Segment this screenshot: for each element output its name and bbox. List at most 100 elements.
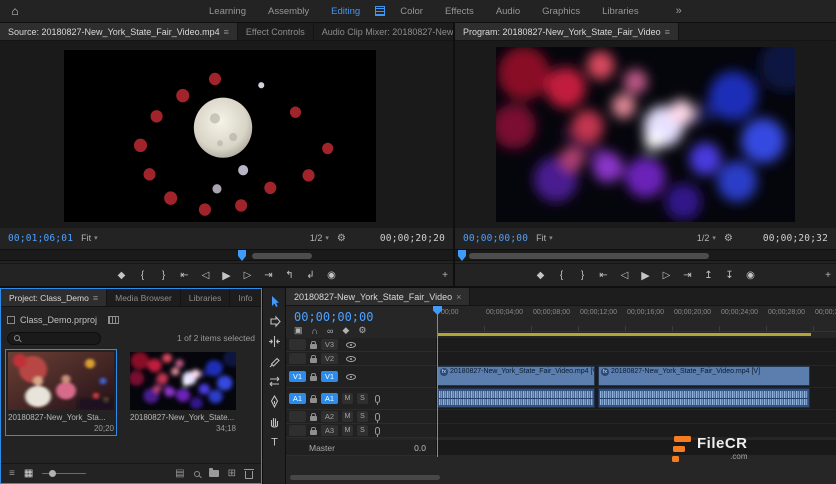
thumbnail-zoom-slider[interactable] [42, 473, 86, 474]
project-item-fair-clip[interactable]: 20180827-New_York_Sta... 20;20 [5, 349, 117, 436]
source-patch[interactable] [289, 411, 306, 422]
button-editor-plus[interactable]: + [442, 270, 448, 281]
track-output-eye-icon[interactable] [346, 356, 356, 362]
tab-libraries[interactable]: Libraries [181, 289, 231, 306]
search-input[interactable] [7, 332, 101, 345]
lock-icon[interactable] [310, 358, 317, 363]
voiceover-mic-icon[interactable] [375, 427, 380, 435]
workspace-libraries[interactable]: Libraries [591, 6, 649, 17]
play-button[interactable]: ▶ [640, 269, 652, 282]
track-output-eye-icon[interactable] [346, 342, 356, 348]
delete-button[interactable] [245, 471, 253, 479]
track-target-a3[interactable]: A3 [321, 425, 338, 436]
go-to-out-button[interactable]: ⇥ [682, 270, 694, 281]
go-to-in-button[interactable]: ⇤ [598, 270, 610, 281]
track-target-v3[interactable]: V3 [321, 339, 338, 350]
tab-source[interactable]: Source: 20180827-New_York_State_Fair_Vid… [0, 23, 238, 40]
source-patch[interactable] [289, 339, 306, 350]
voiceover-mic-icon[interactable] [375, 413, 380, 421]
track-target-a1[interactable]: A1 [321, 393, 338, 404]
step-back-button[interactable]: ◁ [619, 270, 631, 281]
settings-wrench-icon[interactable]: ⚙ [337, 233, 346, 244]
snap-magnet-icon[interactable]: ∩ [312, 326, 318, 336]
track-v2-lane[interactable] [437, 352, 836, 366]
lock-icon[interactable] [310, 430, 317, 435]
mute-button[interactable]: M [342, 411, 353, 422]
mark-out-button[interactable]: } [577, 270, 589, 281]
mark-in-button[interactable]: { [137, 270, 149, 281]
video-clip-2[interactable]: fx20180827-New_York_State_Fair_Video.mp4… [598, 366, 810, 386]
master-gain-value[interactable]: 0.0 [414, 443, 426, 453]
program-fit-dropdown[interactable]: Fit▾ [536, 233, 553, 243]
selection-tool[interactable] [267, 295, 281, 308]
source-scrubber[interactable] [0, 249, 453, 261]
solo-button[interactable]: S [357, 425, 368, 436]
program-playhead[interactable] [458, 250, 466, 261]
workspace-graphics[interactable]: Graphics [531, 6, 591, 17]
automate-to-sequence-button[interactable]: ▤ [175, 468, 184, 479]
track-v1-lane[interactable]: fx20180827-New_York_State_Fair_Video.mp4… [437, 366, 836, 388]
mute-button[interactable]: M [342, 425, 353, 436]
solo-button[interactable]: S [357, 411, 368, 422]
go-to-in-button[interactable]: ⇤ [179, 270, 191, 281]
add-marker-button[interactable]: ◆ [116, 270, 128, 281]
track-a2-lane[interactable] [437, 410, 836, 424]
go-to-out-button[interactable]: ⇥ [263, 270, 275, 281]
panel-menu-icon[interactable]: ≡ [665, 27, 670, 37]
icon-view-button[interactable]: ▦ [24, 468, 33, 479]
workspace-learning[interactable]: Learning [198, 6, 257, 17]
tab-effect-controls[interactable]: Effect Controls [238, 23, 314, 40]
source-patch[interactable] [289, 353, 306, 364]
program-position-timecode[interactable]: 00;00;00;00 [463, 233, 528, 244]
lock-icon[interactable] [310, 344, 317, 349]
add-marker-button[interactable]: ◆ [535, 270, 547, 281]
voiceover-mic-icon[interactable] [375, 395, 380, 403]
add-marker-icon[interactable]: ◆ [342, 325, 349, 336]
program-zoom-scrollbar[interactable] [469, 253, 709, 259]
mute-button[interactable]: M [342, 393, 353, 404]
timeline-timecode[interactable]: 00;00;00;00 [294, 310, 373, 324]
razor-tool[interactable] [267, 355, 281, 368]
track-output-eye-icon[interactable] [346, 374, 356, 380]
track-v3-lane[interactable] [437, 338, 836, 352]
new-bin-button[interactable] [209, 470, 219, 477]
slip-tool[interactable] [267, 375, 281, 388]
work-area-bar[interactable] [437, 333, 811, 336]
step-forward-button[interactable]: ▷ [661, 270, 673, 281]
tab-project[interactable]: Project: Class_Demo ≡ [1, 289, 107, 306]
tab-audio-clip-mixer[interactable]: Audio Clip Mixer: 20180827-New_York_Stat… [314, 23, 453, 40]
workspace-effects[interactable]: Effects [434, 6, 485, 17]
workspace-menu-icon[interactable] [375, 6, 385, 16]
lock-icon[interactable] [310, 398, 317, 403]
project-item-bokeh-clip[interactable]: 20180827-New_York_State... 34;18 [127, 349, 239, 436]
timeline-playhead[interactable] [437, 306, 438, 457]
source-playhead[interactable] [238, 250, 246, 261]
track-a1-lane[interactable] [437, 388, 836, 410]
solo-button[interactable]: S [357, 393, 368, 404]
panel-menu-icon[interactable]: ≡ [224, 27, 229, 37]
insert-button[interactable]: ↰ [284, 270, 296, 281]
project-file-name[interactable]: Class_Demo.prproj [20, 315, 97, 325]
tab-sequence[interactable]: 20180827-New_York_State_Fair_Video × [286, 288, 470, 305]
audio-clip-1[interactable] [437, 388, 595, 408]
timeline-ruler[interactable]: 00;00 00;00;04;00 00;00;08;00 00;00;12;0… [437, 306, 836, 332]
overwrite-button[interactable]: ↲ [305, 270, 317, 281]
source-resolution-dropdown[interactable]: 1/2▾ [310, 233, 329, 243]
workspace-overflow-icon[interactable]: » [676, 5, 682, 17]
source-position-timecode[interactable]: 00;01;06;01 [8, 233, 73, 244]
mark-out-button[interactable]: } [158, 270, 170, 281]
source-patch-a1[interactable]: A1 [289, 393, 306, 404]
home-icon[interactable]: ⌂ [0, 4, 30, 18]
new-item-button[interactable]: ⊞ [228, 468, 236, 479]
workspace-editing[interactable]: Editing [320, 6, 371, 17]
step-forward-button[interactable]: ▷ [242, 270, 254, 281]
program-scrubber[interactable] [455, 249, 836, 261]
lock-icon[interactable] [310, 416, 317, 421]
workspace-color[interactable]: Color [389, 6, 434, 17]
video-clip-1[interactable]: fx20180827-New_York_State_Fair_Video.mp4… [437, 366, 595, 386]
settings-wrench-icon[interactable]: ⚙ [724, 233, 733, 244]
audio-clip-2[interactable] [598, 388, 810, 408]
export-frame-button[interactable]: ◉ [326, 270, 338, 281]
program-resolution-dropdown[interactable]: 1/2▾ [697, 233, 716, 243]
mark-in-button[interactable]: { [556, 270, 568, 281]
